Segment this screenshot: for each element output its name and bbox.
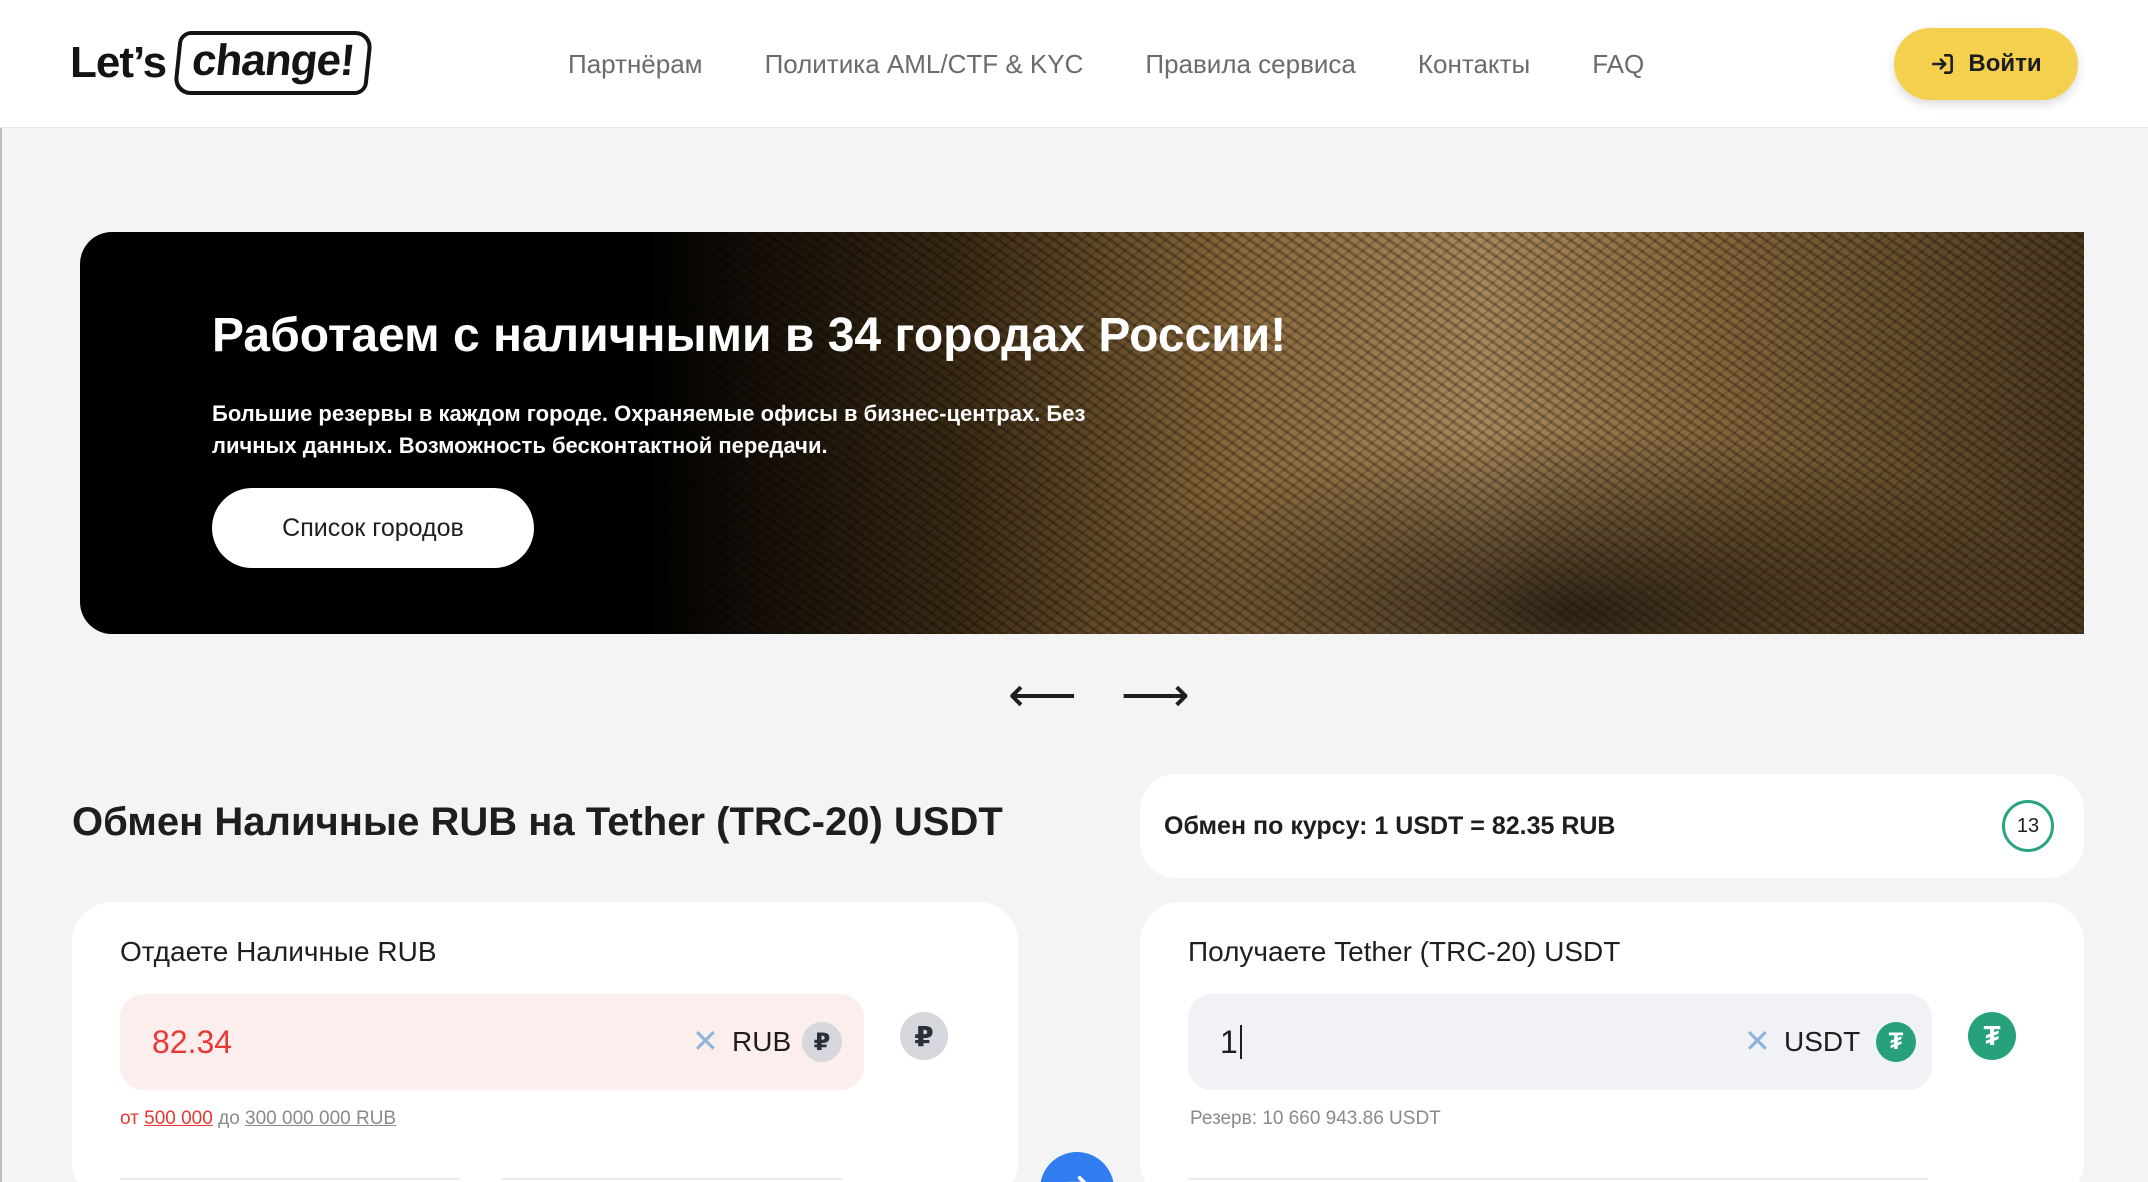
rate-timer: 13 — [2002, 800, 2054, 852]
give-card: Отдаете Наличные RUB 82.34 ✕ RUB ₽ ₽ от … — [72, 902, 1018, 1182]
ruble-icon: ₽ — [802, 1022, 842, 1062]
window-edge — [0, 0, 2, 1182]
exchange-title: Обмен Наличные RUB на Tether (TRC-20) US… — [72, 800, 1003, 844]
receive-amount-text: 1 — [1220, 1024, 1238, 1060]
clear-icon[interactable]: ✕ — [692, 1024, 719, 1058]
give-label: Отдаете Наличные RUB — [120, 936, 437, 967]
receive-currency-code: USDT — [1784, 1026, 1861, 1057]
nav-link-faq[interactable]: FAQ — [1592, 49, 1644, 80]
limits-to-label: до — [218, 1108, 240, 1129]
limits-max-link[interactable]: 300 000 000 RUB — [245, 1108, 396, 1129]
login-icon — [1932, 54, 1954, 74]
nav-link-service-rules[interactable]: Правила сервиса — [1145, 49, 1356, 80]
rate-text: Обмен по курсу: 1 USDT = 82.35 RUB — [1164, 812, 1616, 840]
text-caret — [1239, 1025, 1242, 1059]
banner-text: Большие резервы в каждом городе. Охраняе… — [212, 401, 1086, 458]
receive-label: Получаете Tether (TRC-20) USDT — [1188, 936, 1621, 967]
nav-link-aml-policy[interactable]: Политика AML/CTF & KYC — [765, 49, 1084, 80]
reserve-text: Резерв: 10 660 943.86 USDT — [1190, 1108, 1441, 1129]
receive-amount-value: 1 — [1220, 1024, 1242, 1061]
tether-select-icon[interactable]: ₮ — [1968, 1012, 2016, 1060]
login-label: Войти — [1968, 50, 2042, 77]
limits-from-label: от — [120, 1108, 139, 1129]
arrow-right-icon[interactable]: ⟶ — [1121, 672, 1190, 720]
swap-button[interactable]: ➜ — [1040, 1152, 1114, 1182]
ruble-select-icon[interactable]: ₽ — [900, 1012, 948, 1060]
limits-min-link[interactable]: 500 000 — [144, 1108, 213, 1129]
field-border — [502, 1178, 842, 1180]
nav-link-partners[interactable]: Партнёрам — [568, 49, 703, 80]
nav-link-contacts[interactable]: Контакты — [1418, 49, 1530, 80]
arrow-left-icon[interactable]: ⟵ — [1008, 672, 1077, 720]
promo-banner: Работаем с наличными в 34 городах России… — [80, 232, 2084, 634]
field-border — [120, 1178, 460, 1180]
arrow-right-icon: ➜ — [1064, 1166, 1089, 1182]
give-currency-code: RUB — [732, 1026, 792, 1057]
receive-card: Получаете Tether (TRC-20) USDT 1 ✕ USDT … — [1140, 902, 2084, 1182]
login-button[interactable]: Войти — [1894, 28, 2078, 100]
rate-panel: Обмен по курсу: 1 USDT = 82.35 RUB 13 — [1140, 774, 2084, 878]
logo-text-change: change! — [172, 31, 374, 95]
logo[interactable]: Let’s change! — [70, 30, 374, 96]
field-border — [1188, 1178, 1928, 1180]
main-nav: Партнёрам Политика AML/CTF & KYC Правила… — [568, 40, 1706, 88]
clear-icon[interactable]: ✕ — [1744, 1024, 1771, 1058]
banner-title: Работаем с наличными в 34 городах России… — [212, 309, 1287, 362]
logo-text-lets: Let’s — [70, 38, 167, 87]
give-amount-value: 82.34 — [152, 1024, 233, 1060]
tether-icon: ₮ — [1876, 1022, 1916, 1062]
give-limits: от 500 000 до 300 000 000 RUB — [120, 1108, 396, 1130]
receive-amount-input[interactable]: 1 ✕ USDT ₮ — [1188, 994, 1932, 1090]
give-amount-input[interactable]: 82.34 ✕ RUB ₽ — [120, 994, 864, 1090]
city-list-button[interactable]: Список городов — [212, 488, 534, 568]
banner-arrows: ⟵ ⟶ — [1008, 672, 1190, 720]
site-header: Let’s change! Партнёрам Политика AML/CTF… — [0, 0, 2148, 128]
